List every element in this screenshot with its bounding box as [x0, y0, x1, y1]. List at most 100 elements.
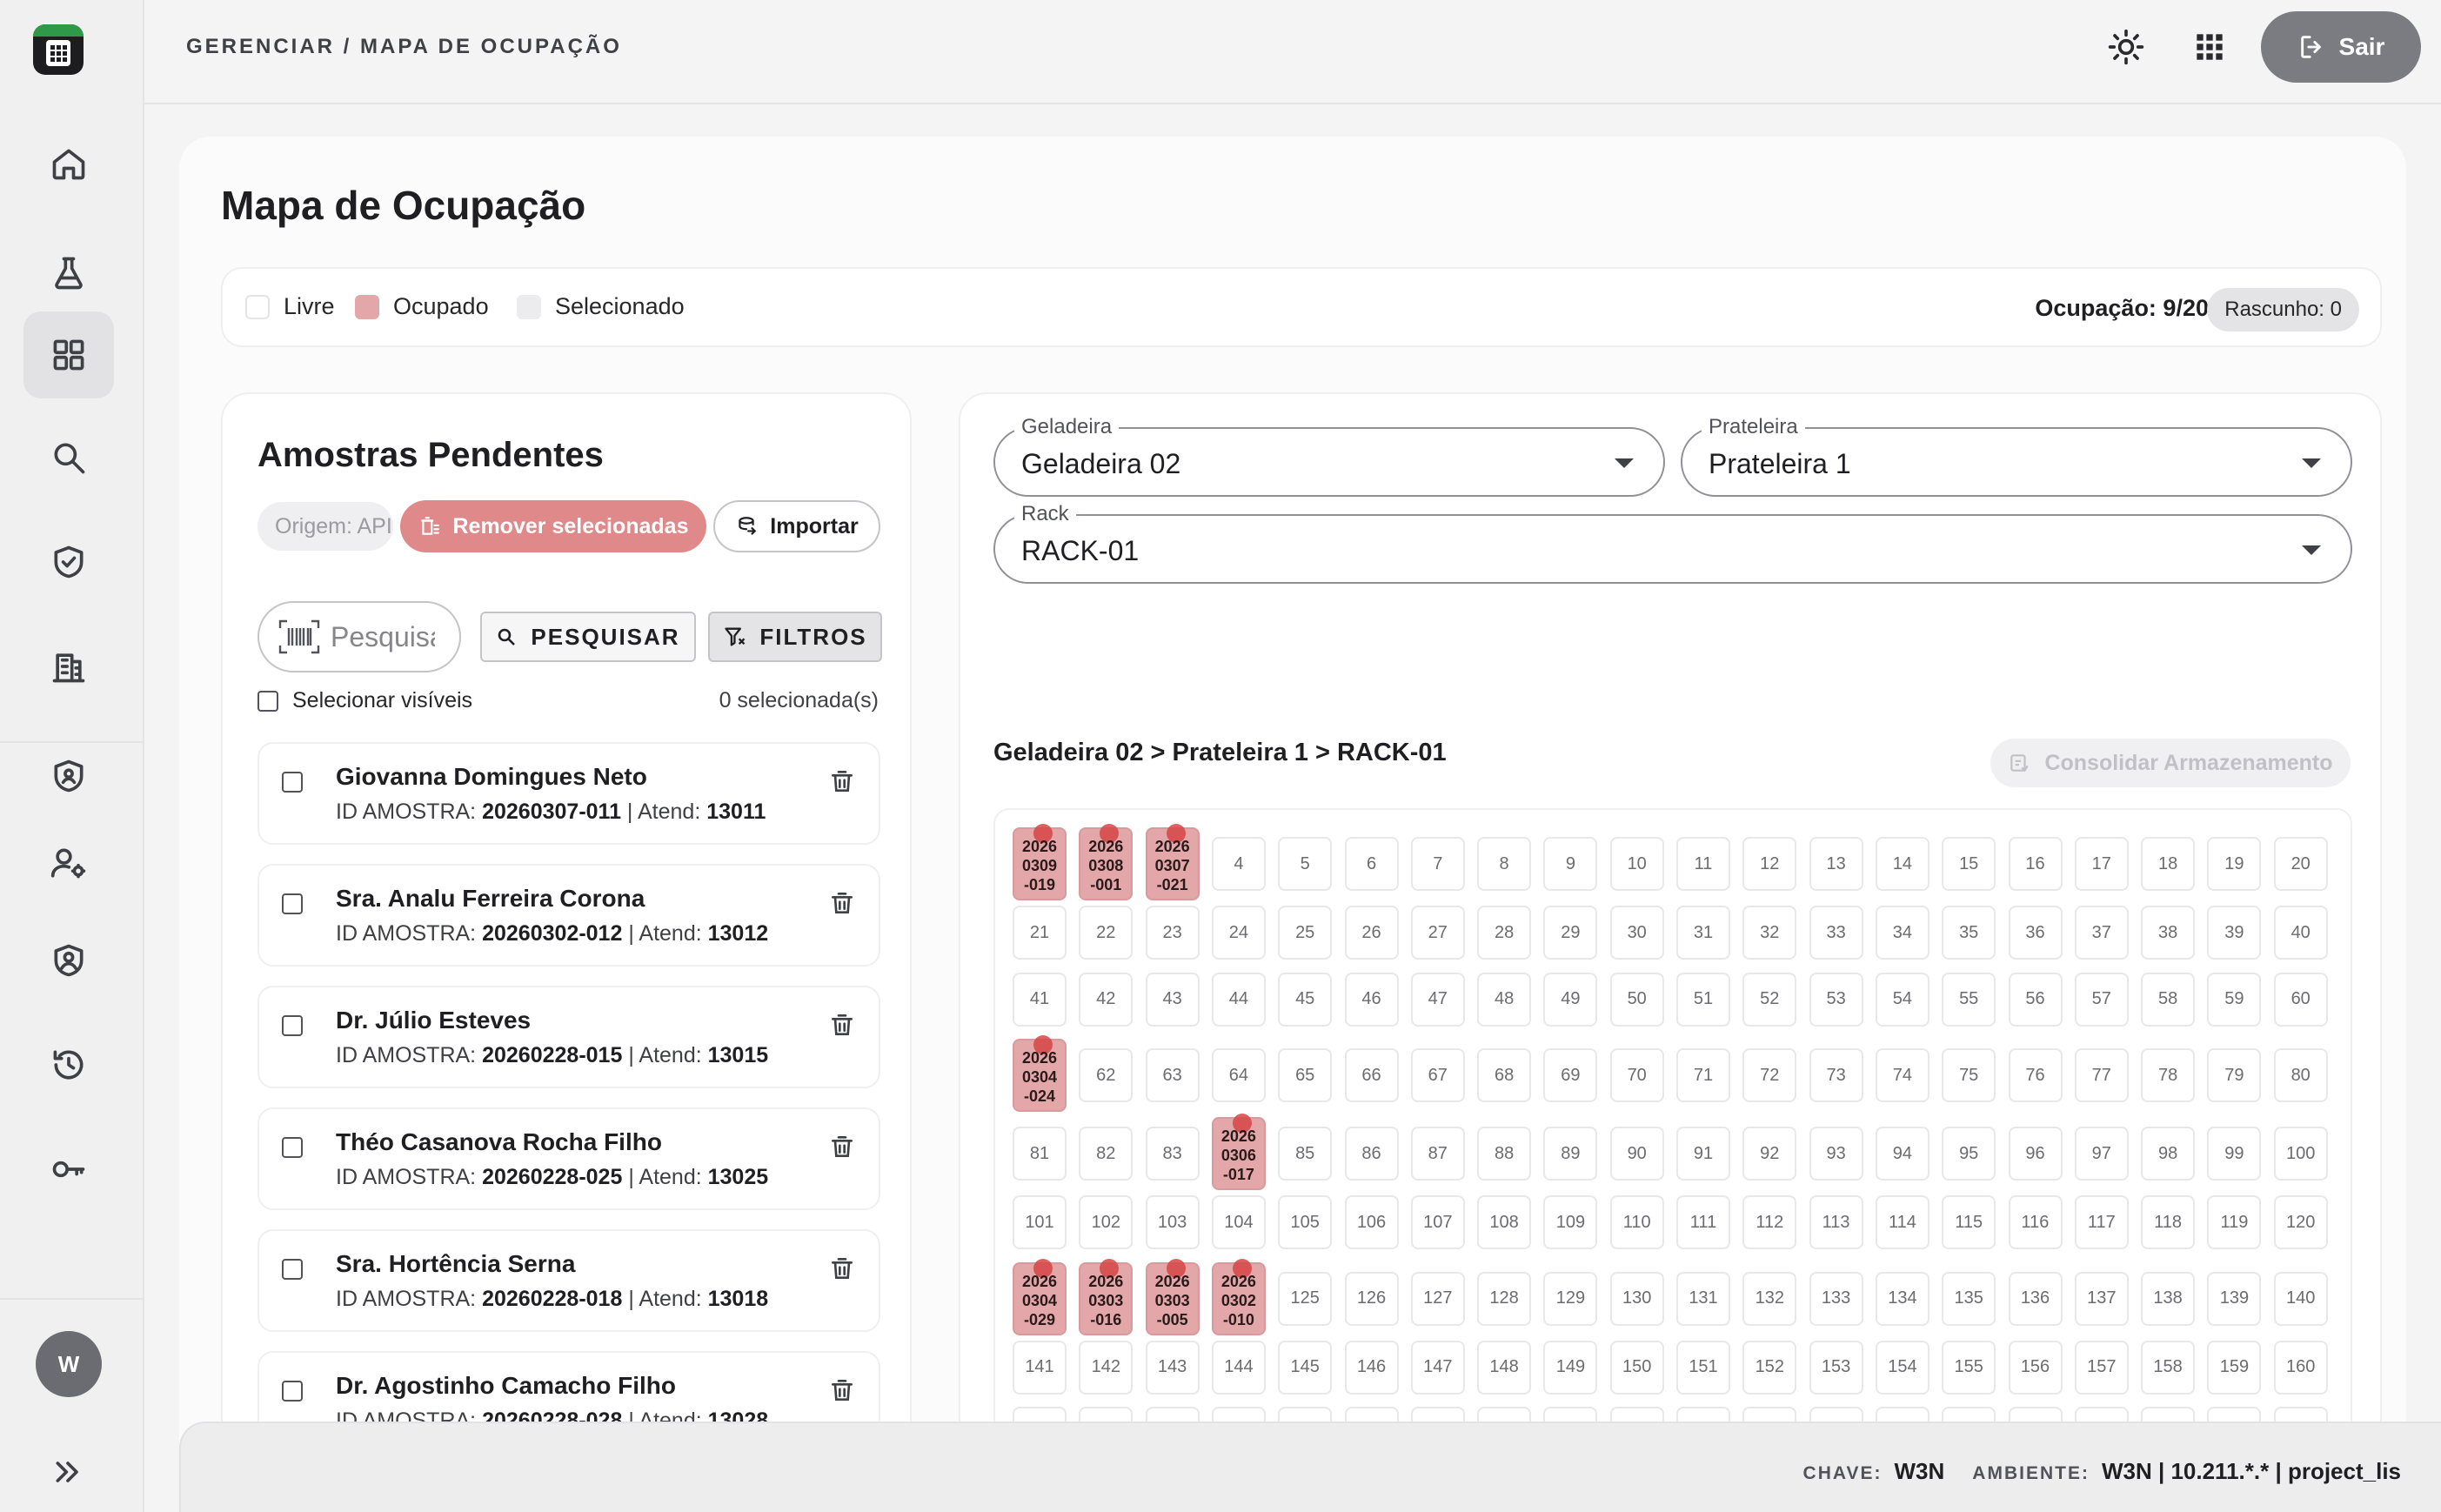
- rack-slot[interactable]: 28: [1477, 906, 1532, 960]
- rack-slot[interactable]: 128: [1477, 1271, 1532, 1326]
- rack-slot[interactable]: 52: [1742, 972, 1797, 1027]
- rack-slot[interactable]: 108: [1477, 1195, 1532, 1249]
- rack-slot[interactable]: 32: [1742, 906, 1797, 960]
- rack-slot[interactable]: 19: [2207, 837, 2262, 891]
- trash-icon[interactable]: [828, 1010, 856, 1040]
- rack-slot[interactable]: 106: [1344, 1195, 1399, 1249]
- rack-slot[interactable]: 58: [2141, 972, 2196, 1027]
- rack-slot[interactable]: 70: [1609, 1048, 1664, 1102]
- rack-slot-occupied[interactable]: 2026 0306 -017: [1211, 1114, 1266, 1190]
- rack-slot[interactable]: 150: [1609, 1340, 1664, 1395]
- rack-slot[interactable]: 154: [1875, 1340, 1929, 1395]
- rack-slot[interactable]: 16: [2008, 837, 2063, 891]
- rack-slot[interactable]: 158: [2141, 1340, 2196, 1395]
- rack-slot[interactable]: 26: [1344, 906, 1399, 960]
- rack-slot[interactable]: 130: [1609, 1271, 1664, 1326]
- rack-slot[interactable]: 152: [1742, 1340, 1797, 1395]
- rack-slot[interactable]: 101: [1013, 1195, 1067, 1249]
- rack-slot[interactable]: 57: [2074, 972, 2129, 1027]
- rack-slot[interactable]: 71: [1676, 1048, 1730, 1102]
- trash-icon[interactable]: [828, 766, 856, 796]
- rack-slot[interactable]: 126: [1344, 1271, 1399, 1326]
- sample-card[interactable]: Sra. Hortência Serna ID AMOSTRA: 20260228…: [257, 1229, 880, 1332]
- rack-slot[interactable]: 83: [1145, 1127, 1200, 1181]
- rack-slot[interactable]: 82: [1079, 1127, 1134, 1181]
- rack-slot[interactable]: 75: [1942, 1048, 1996, 1102]
- rack-slot[interactable]: 41: [1013, 972, 1067, 1027]
- rack-slot-occupied[interactable]: 2026 0309 -019: [1013, 824, 1067, 900]
- rack-slot[interactable]: 92: [1742, 1127, 1797, 1181]
- rack-slot[interactable]: 110: [1609, 1195, 1664, 1249]
- rack-slot[interactable]: 95: [1942, 1127, 1996, 1181]
- rack-slot[interactable]: 113: [1809, 1195, 1863, 1249]
- rack-slot[interactable]: 78: [2141, 1048, 2196, 1102]
- rack-slot[interactable]: 37: [2074, 906, 2129, 960]
- consolidate-storage-button[interactable]: Consolidar Armazenamento: [1990, 739, 2351, 787]
- rack-slot[interactable]: 9: [1543, 837, 1598, 891]
- rack-slot[interactable]: 111: [1676, 1195, 1730, 1249]
- rack-slot[interactable]: 140: [2273, 1271, 2328, 1326]
- rack-slot[interactable]: 147: [1410, 1340, 1465, 1395]
- rack-slot[interactable]: 87: [1410, 1127, 1465, 1181]
- rack-select[interactable]: Rack RACK-01: [993, 502, 2352, 584]
- rack-slot[interactable]: 66: [1344, 1048, 1399, 1102]
- nav-home[interactable]: [23, 120, 114, 207]
- rack-slot[interactable]: 10: [1609, 837, 1664, 891]
- rack-slot[interactable]: 43: [1145, 972, 1200, 1027]
- rack-slot[interactable]: 4: [1211, 837, 1266, 891]
- rack-slot[interactable]: 59: [2207, 972, 2262, 1027]
- rack-slot[interactable]: 55: [1942, 972, 1996, 1027]
- rack-slot[interactable]: 62: [1079, 1048, 1134, 1102]
- rack-slot[interactable]: 14: [1875, 837, 1929, 891]
- rack-slot[interactable]: 117: [2074, 1195, 2129, 1249]
- rack-slot[interactable]: 89: [1543, 1127, 1598, 1181]
- nav-user-settings[interactable]: [23, 820, 114, 907]
- rack-slot[interactable]: 139: [2207, 1271, 2262, 1326]
- rack-slot[interactable]: 81: [1013, 1127, 1067, 1181]
- rack-slot[interactable]: 29: [1543, 906, 1598, 960]
- rack-slot[interactable]: 118: [2141, 1195, 2196, 1249]
- rack-slot[interactable]: 99: [2207, 1127, 2262, 1181]
- rack-slot[interactable]: 11: [1676, 837, 1730, 891]
- rack-slot[interactable]: 138: [2141, 1271, 2196, 1326]
- rack-slot[interactable]: 48: [1477, 972, 1532, 1027]
- rack-slot[interactable]: 53: [1809, 972, 1863, 1027]
- rack-slot[interactable]: 156: [2008, 1340, 2063, 1395]
- rack-slot[interactable]: 159: [2207, 1340, 2262, 1395]
- rack-slot[interactable]: 149: [1543, 1340, 1598, 1395]
- select-visible-checkbox[interactable]: [257, 690, 278, 712]
- rack-slot[interactable]: 77: [2074, 1048, 2129, 1102]
- trash-icon[interactable]: [828, 888, 856, 918]
- rack-slot[interactable]: 142: [1079, 1340, 1134, 1395]
- sample-card[interactable]: Théo Casanova Rocha Filho ID AMOSTRA: 202…: [257, 1107, 880, 1210]
- sample-card[interactable]: Giovanna Domingues Neto ID AMOSTRA: 20260…: [257, 742, 880, 845]
- rack-slot[interactable]: 36: [2008, 906, 2063, 960]
- rack-slot[interactable]: 49: [1543, 972, 1598, 1027]
- nav-keys[interactable]: [23, 1126, 114, 1213]
- rack-slot-occupied[interactable]: 2026 0307 -021: [1145, 824, 1200, 900]
- rack-slot[interactable]: 109: [1543, 1195, 1598, 1249]
- nav-security[interactable]: [23, 733, 114, 820]
- rack-slot[interactable]: 120: [2273, 1195, 2328, 1249]
- rack-slot[interactable]: 27: [1410, 906, 1465, 960]
- rack-slot[interactable]: 135: [1942, 1271, 1996, 1326]
- rack-slot[interactable]: 38: [2141, 906, 2196, 960]
- rack-slot[interactable]: 60: [2273, 972, 2328, 1027]
- rack-slot[interactable]: 24: [1211, 906, 1266, 960]
- nav-search[interactable]: [23, 414, 114, 501]
- avatar[interactable]: W: [36, 1331, 102, 1397]
- rack-slot-occupied[interactable]: 2026 0304 -024: [1013, 1035, 1067, 1112]
- nav-lab[interactable]: [23, 230, 114, 317]
- rack-slot[interactable]: 133: [1809, 1271, 1863, 1326]
- rack-slot[interactable]: 72: [1742, 1048, 1797, 1102]
- rack-slot[interactable]: 54: [1875, 972, 1929, 1027]
- rack-slot[interactable]: 98: [2141, 1127, 2196, 1181]
- theme-toggle-sun-icon[interactable]: [2107, 28, 2145, 66]
- rack-slot[interactable]: 63: [1145, 1048, 1200, 1102]
- rack-slot[interactable]: 39: [2207, 906, 2262, 960]
- select-visible-control[interactable]: Selecionar visíveis: [257, 688, 472, 713]
- rack-slot[interactable]: 33: [1809, 906, 1863, 960]
- rack-slot[interactable]: 88: [1477, 1127, 1532, 1181]
- rack-slot[interactable]: 79: [2207, 1048, 2262, 1102]
- remove-selected-button[interactable]: Remover selecionadas: [400, 500, 706, 552]
